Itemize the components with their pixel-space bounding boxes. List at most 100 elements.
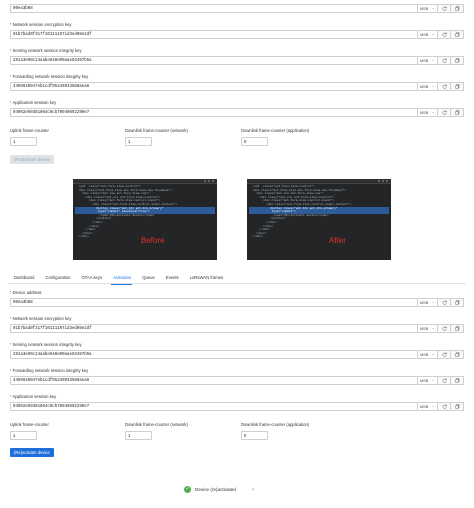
refresh-icon[interactable] (438, 82, 451, 91)
key-input-row: 291a3e90c24aabe840e00aae63497b5a MSB (10, 350, 464, 359)
code-line: </div> (249, 235, 263, 239)
counter-label: Downlink frame-counter (application) (241, 128, 310, 133)
key-input[interactable]: 04902e69381804c0cb70940892290e7 (10, 108, 418, 117)
top-frame-counters: Uplink frame-counter 1 Downlink frame-coun… (10, 128, 464, 152)
key-input[interactable]: 4450640947eb1cdf05240933580aea6 (10, 376, 418, 385)
key-field: *Forwarding network session integrity ke… (8, 368, 466, 394)
key-input[interactable]: 04902e69381804c0cb70940892290e7 (10, 402, 418, 411)
byte-order-select[interactable]: MSB (418, 402, 438, 411)
bottom-activation-form: *Device address00ea3b08MSB*Network sessi… (8, 290, 466, 420)
key-input-row: 01b7bad0f317f10111197id3ed08e2df MSB (10, 30, 464, 39)
key-input[interactable]: 291a3e90c24aabe840e00aae63497b5a (10, 56, 418, 65)
close-icon[interactable]: × (252, 487, 255, 492)
field-label: *Serving network session integrity key (10, 342, 82, 347)
key-field: *Forwarding network session integrity ke… (8, 74, 466, 100)
copy-icon[interactable] (451, 402, 464, 411)
tab-events[interactable]: Events (160, 272, 184, 284)
field-label: *Network session encryption key (10, 22, 72, 27)
frame-counter-field: Downlink frame-counter (network) 1 (125, 128, 245, 146)
copy-icon[interactable] (451, 30, 464, 39)
key-field: *Serving network session integrity key 29… (8, 48, 466, 74)
tab-queue[interactable]: Queue (136, 272, 160, 284)
device-tabs: Dashboard Configuration OTAA keys Activatio… (8, 272, 466, 285)
key-field: *Device address 00ea3b08MSB (8, 0, 466, 22)
after-caption: After (329, 236, 346, 245)
key-input[interactable]: 01b7bad0f317f10111197id3ed08e2df (10, 324, 418, 333)
counter-input[interactable]: 1 (10, 431, 37, 440)
byte-order-select[interactable]: MSB (418, 108, 438, 117)
field-label: *Forwarding network session integrity ke… (10, 74, 89, 79)
refresh-icon[interactable] (438, 376, 451, 385)
field-label: *Application session key (10, 100, 57, 105)
check-circle-icon: ✓ (184, 485, 191, 493)
frame-counter-field: Uplink frame-counter 1 (10, 128, 130, 146)
counter-label: Uplink frame-counter (10, 422, 49, 427)
copy-icon[interactable] (451, 108, 464, 117)
field-label: *Device address (10, 290, 42, 295)
key-input-row: 4450640947eb1cdf05240933580aea6 MSB (10, 376, 464, 385)
copy-icon[interactable] (451, 298, 464, 307)
counter-input[interactable]: 1 (125, 137, 152, 146)
key-field: *Application session key 04902e69381804c0… (8, 394, 466, 420)
counter-input[interactable]: 0 (241, 431, 268, 440)
field-label: *Forwarding network session integrity ke… (10, 368, 89, 373)
byte-order-select[interactable]: MSB (418, 350, 438, 359)
devtools-code-before: <pdf class="ant-form-item-control"> <div… (73, 184, 217, 240)
reactivate-button[interactable]: (Re)activate device (10, 448, 54, 457)
refresh-icon[interactable] (438, 30, 451, 39)
copy-icon[interactable] (451, 4, 464, 13)
key-input[interactable]: 291a3e90c24aabe840e00aae63497b5a (10, 350, 418, 359)
refresh-icon[interactable] (438, 324, 451, 333)
key-input[interactable]: 00ea3b08 (10, 298, 418, 307)
frame-counter-field: Uplink frame-counter 1 (10, 422, 130, 440)
byte-order-select[interactable]: MSB (418, 324, 438, 333)
copy-icon[interactable] (451, 324, 464, 333)
counter-input[interactable]: 1 (125, 431, 152, 440)
key-field: *Serving network session integrity key 29… (8, 342, 466, 368)
byte-order-select[interactable]: MSB (418, 56, 438, 65)
key-field: *Network session encryption key 01b7bad0f… (8, 316, 466, 342)
refresh-icon[interactable] (438, 350, 451, 359)
counter-label: Downlink frame-counter (network) (125, 128, 188, 133)
tab-otaa-keys[interactable]: OTAA keys (75, 272, 107, 284)
frame-counter-field: Downlink frame-counter (application) 0 (241, 128, 361, 146)
copy-icon[interactable] (451, 56, 464, 65)
refresh-icon[interactable] (438, 298, 451, 307)
success-toast: ✓ Device (re)activated × (184, 483, 294, 495)
counter-input[interactable]: 1 (10, 137, 37, 146)
key-input[interactable]: 00ea3b08 (10, 4, 418, 13)
copy-icon[interactable] (451, 350, 464, 359)
devtools-screenshot-before: <pdf class="ant-form-item-control"> <div… (73, 179, 217, 260)
byte-order-select[interactable]: MSB (418, 4, 438, 13)
counter-input[interactable]: 0 (241, 137, 268, 146)
field-label: *Serving network session integrity key (10, 48, 82, 53)
top-activation-form: *Device address00ea3b08MSB*Network sessi… (8, 0, 466, 126)
key-input-row: 01b7bad0f317f10111197id3ed08e2df MSB (10, 324, 464, 333)
copy-icon[interactable] (451, 376, 464, 385)
refresh-icon[interactable] (438, 108, 451, 117)
tab-configuration[interactable]: Configuration (40, 272, 76, 284)
byte-order-select[interactable]: MSB (418, 30, 438, 39)
toast-message: Device (re)activated (195, 486, 236, 492)
copy-icon[interactable] (451, 82, 464, 91)
key-field: *Device address 00ea3b08MSB (8, 290, 466, 316)
byte-order-select[interactable]: MSB (418, 376, 438, 385)
tab-activation[interactable]: Activation (107, 272, 136, 285)
key-input-row: 00ea3b08 MSB (10, 298, 464, 307)
refresh-icon[interactable] (438, 402, 451, 411)
key-field: *Application session key 04902e69381804c0… (8, 100, 466, 126)
bottom-frame-counters: Uplink frame-counter 1 Downlink frame-coun… (10, 422, 464, 446)
key-input-row: 291a3e90c24aabe840e00aae63497b5a MSB (10, 56, 464, 65)
devtools-code-after: <pdf class="ant-form-item-control"> <div… (247, 184, 391, 240)
counter-label: Downlink frame-counter (network) (125, 422, 188, 427)
byte-order-select[interactable]: MSB (418, 82, 438, 91)
tab-lorawan-frames[interactable]: LoRaWAN frames (184, 272, 229, 284)
byte-order-select[interactable]: MSB (418, 298, 438, 307)
key-input[interactable]: 01b7bad0f317f10111197id3ed08e2df (10, 30, 418, 39)
tab-dashboard[interactable]: Dashboard (8, 272, 40, 284)
frame-counter-field: Downlink frame-counter (network) 1 (125, 422, 245, 440)
refresh-icon[interactable] (438, 56, 451, 65)
refresh-icon[interactable] (438, 4, 451, 13)
field-label: *Device address (10, 0, 42, 2)
key-input[interactable]: 4450640947eb1cdf05240933580aea6 (10, 82, 418, 91)
